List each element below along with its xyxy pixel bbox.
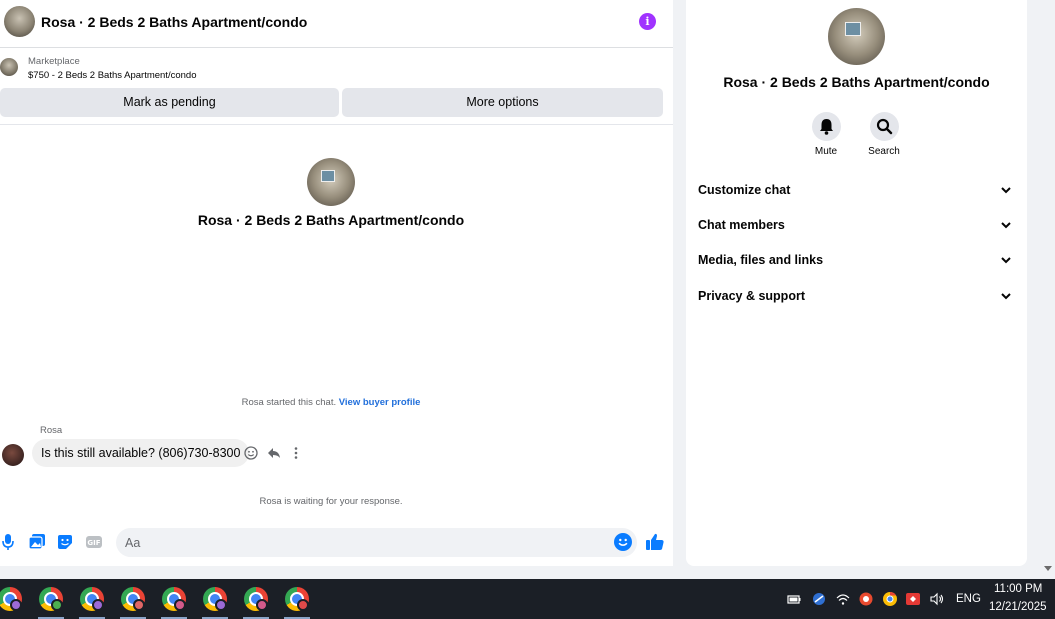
microphone-icon[interactable] bbox=[0, 533, 18, 551]
listing-avatar[interactable] bbox=[4, 6, 35, 37]
profile-badge-icon bbox=[133, 599, 145, 611]
svg-text:GIF: GIF bbox=[87, 539, 100, 547]
mute-label: Mute bbox=[814, 146, 838, 157]
search-icon bbox=[869, 112, 899, 141]
more-options-button[interactable]: More options bbox=[342, 88, 663, 117]
taskbar-chrome-app[interactable] bbox=[36, 585, 66, 619]
more-actions-icon[interactable] bbox=[288, 445, 304, 461]
chat-panel: Rosa · 2 Beds 2 Baths Apartment/condo i … bbox=[0, 0, 673, 566]
chevron-down-icon bbox=[1001, 257, 1011, 264]
sticker-icon[interactable] bbox=[56, 533, 74, 551]
red-app-icon[interactable] bbox=[905, 591, 921, 607]
waiting-response-note: Rosa is waiting for your response. bbox=[259, 496, 403, 507]
profile-badge-icon bbox=[174, 599, 186, 611]
volume-icon[interactable] bbox=[929, 591, 945, 607]
info-avatar bbox=[828, 8, 885, 65]
message-sender-name: Rosa bbox=[40, 425, 63, 436]
profile-badge-icon bbox=[51, 599, 63, 611]
clock-date[interactable]: 12/21/2025 bbox=[989, 601, 1047, 613]
marketplace-listing-row[interactable]: Marketplace $750 - 2 Beds 2 Baths Apartm… bbox=[0, 53, 673, 85]
emoji-icon[interactable] bbox=[614, 533, 632, 551]
profile-badge-icon bbox=[10, 599, 22, 611]
message-input[interactable] bbox=[116, 528, 637, 557]
chat-members-row[interactable]: Chat members bbox=[698, 214, 1016, 236]
section-label: Chat members bbox=[698, 218, 785, 232]
search-button[interactable]: Search bbox=[854, 112, 914, 157]
taskbar-chrome-app[interactable] bbox=[159, 585, 189, 619]
gif-icon[interactable]: GIF bbox=[85, 533, 103, 551]
taskbar-chrome-app[interactable] bbox=[282, 585, 312, 619]
profile-badge-icon bbox=[297, 599, 309, 611]
clock-time[interactable]: 11:00 PM bbox=[994, 583, 1042, 595]
chat-header-title[interactable]: Rosa · 2 Beds 2 Baths Apartment/condo bbox=[41, 14, 307, 30]
section-label: Privacy & support bbox=[698, 289, 805, 303]
thumbs-up-icon[interactable] bbox=[645, 532, 665, 552]
battery-icon[interactable] bbox=[786, 591, 802, 607]
language-indicator[interactable]: ENG bbox=[956, 593, 981, 605]
react-icon[interactable] bbox=[243, 445, 259, 461]
chat-info-panel: Rosa · 2 Beds 2 Baths Apartment/condo Mu… bbox=[686, 0, 1027, 566]
chat-started-text: Rosa started this chat. bbox=[241, 397, 337, 408]
chevron-down-icon bbox=[1001, 293, 1011, 300]
taskbar-chrome-app[interactable] bbox=[0, 585, 25, 615]
security-icon[interactable] bbox=[811, 591, 827, 607]
media-files-links-row[interactable]: Media, files and links bbox=[698, 249, 1016, 271]
reply-icon[interactable] bbox=[266, 445, 282, 461]
section-label: Customize chat bbox=[698, 183, 791, 197]
info-title: Rosa · 2 Beds 2 Baths Apartment/condo bbox=[723, 74, 990, 90]
chat-started-note: Rosa started this chat. View buyer profi… bbox=[0, 397, 662, 408]
taskbar-chrome-app[interactable] bbox=[77, 585, 107, 619]
customize-chat-row[interactable]: Customize chat bbox=[698, 179, 1016, 201]
marketplace-label: Marketplace bbox=[28, 56, 80, 67]
listing-price-title: $750 - 2 Beds 2 Baths Apartment/condo bbox=[28, 70, 197, 81]
wifi-icon[interactable] bbox=[835, 591, 851, 607]
chat-intro-avatar bbox=[307, 158, 355, 206]
search-label: Search bbox=[868, 146, 900, 157]
colorful-app-icon[interactable] bbox=[858, 591, 874, 607]
chat-intro-title: Rosa · 2 Beds 2 Baths Apartment/condo bbox=[197, 212, 465, 228]
privacy-support-row[interactable]: Privacy & support bbox=[698, 285, 1016, 307]
profile-badge-icon bbox=[92, 599, 104, 611]
header-divider bbox=[0, 124, 673, 125]
photo-icon[interactable] bbox=[28, 533, 46, 551]
taskbar-chrome-app[interactable] bbox=[200, 585, 230, 619]
listing-thumbnail bbox=[0, 58, 18, 76]
profile-badge-icon bbox=[215, 599, 227, 611]
sender-avatar[interactable] bbox=[2, 444, 24, 466]
taskbar-chrome-app[interactable] bbox=[241, 585, 271, 619]
chevron-down-icon bbox=[1001, 222, 1011, 229]
profile-badge-icon bbox=[256, 599, 268, 611]
info-icon[interactable]: i bbox=[639, 13, 656, 30]
view-buyer-profile-link[interactable]: View buyer profile bbox=[339, 397, 421, 408]
mute-button[interactable]: Mute bbox=[796, 112, 856, 157]
mark-as-pending-button[interactable]: Mark as pending bbox=[0, 88, 339, 117]
taskbar-chrome-app[interactable] bbox=[118, 585, 148, 619]
chat-header: Rosa · 2 Beds 2 Baths Apartment/condo i bbox=[0, 0, 673, 48]
chevron-down-icon bbox=[1001, 187, 1011, 194]
section-label: Media, files and links bbox=[698, 253, 824, 267]
message-bubble[interactable]: Is this still available? (806)730-8300 bbox=[32, 439, 250, 467]
scroll-down-arrow-icon[interactable] bbox=[1043, 563, 1053, 573]
chrome-tray-icon[interactable] bbox=[882, 591, 898, 607]
bell-icon bbox=[811, 112, 841, 141]
